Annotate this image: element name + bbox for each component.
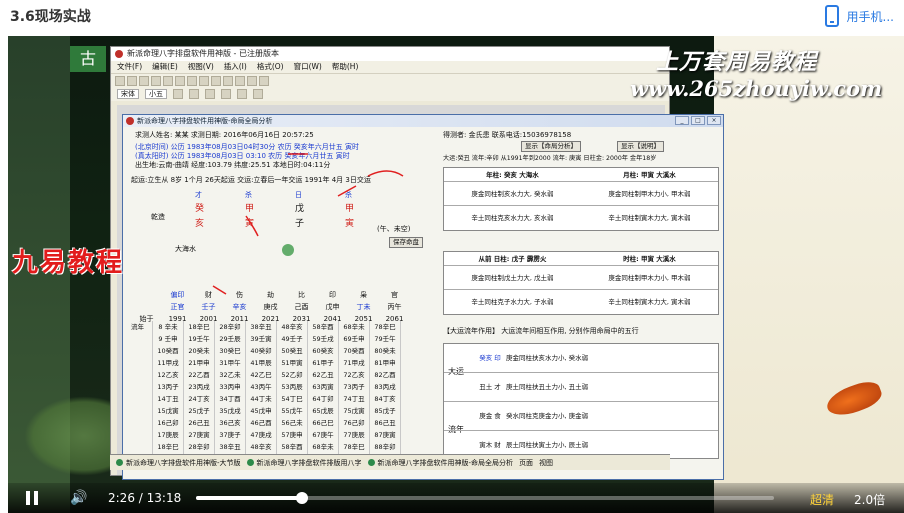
pause-button[interactable] — [26, 491, 38, 505]
view-label[interactable]: 视图 — [539, 458, 553, 468]
task-item-label: 新派命理八字排盘软件用神版-命局全局分析 — [377, 458, 514, 467]
phone-icon — [824, 5, 839, 27]
page-title: 3.6现场实战 — [10, 9, 91, 25]
speed-button[interactable]: 2.0倍 — [854, 491, 885, 508]
current-time: 2:26 — [108, 491, 135, 505]
brand-overlay: 上万套周易教程 — [656, 49, 818, 75]
cursor-highlight — [282, 244, 294, 256]
progress-fill — [196, 496, 302, 500]
task-item-label: 新派命理八字排盘软件用神版-大节版 — [126, 458, 241, 467]
total-time: 13:18 — [146, 491, 182, 505]
red-banner: 九易教程 — [12, 248, 125, 278]
app-icon — [116, 459, 123, 466]
player-controls: 🔊 2:26 / 13:18 超清 2.0倍 — [8, 483, 904, 513]
time-display: 2:26 / 13:18 — [108, 491, 181, 505]
app-icon — [246, 459, 254, 466]
annotation-arrow — [337, 185, 357, 197]
page-label[interactable]: 页面 — [519, 458, 533, 468]
url-overlay: www.265zhouyiw.com — [630, 76, 883, 101]
task-item[interactable]: 新派命理八字排盘软件用神版-命局全局分析 — [367, 458, 514, 468]
app-icon — [367, 459, 375, 466]
phone-link[interactable]: 用手机... — [824, 4, 894, 28]
app-taskbar: 新派命理八字排盘软件用神版-大节版 新派命理八字排盘软件排版用八字 新派命理八字… — [110, 454, 670, 470]
time-separator: / — [138, 491, 143, 505]
progress-bar[interactable] — [196, 492, 774, 504]
task-item[interactable]: 新派命理八字排盘软件用神版-大节版 — [116, 458, 241, 468]
task-item-label: 新派命理八字排盘软件排版用八字 — [256, 458, 362, 467]
annotation-arrow — [212, 285, 227, 295]
annotation-arrow — [367, 170, 404, 177]
task-item[interactable]: 新派命理八字排盘软件排版用八字 — [246, 458, 362, 468]
quality-button[interactable]: 超清 — [810, 491, 834, 508]
hand-annotations — [212, 153, 404, 295]
page-header: 3.6现场实战 用手机... — [0, 0, 904, 36]
volume-icon[interactable]: 🔊 — [70, 490, 88, 506]
phone-label: 用手机... — [846, 9, 894, 24]
progress-knob[interactable] — [295, 492, 308, 504]
video-player[interactable]: 古 新派命理八字排盘软件用神版 - 已注册版本 文件(F) 编辑(E) 视图(V… — [8, 36, 904, 513]
annotation-arrow — [245, 215, 259, 237]
